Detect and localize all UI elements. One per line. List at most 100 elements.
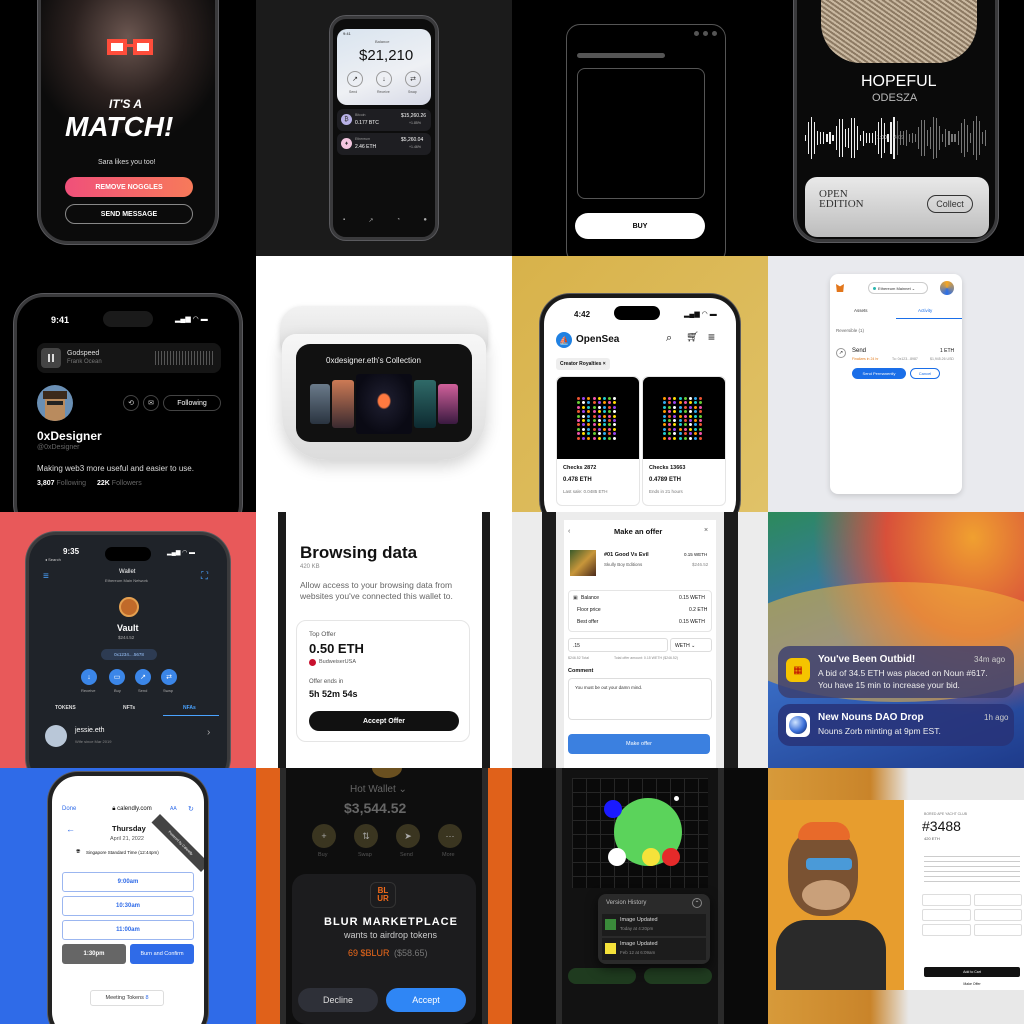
menu-icon[interactable]: ≡ <box>43 571 49 582</box>
accept-button[interactable]: Accept <box>386 988 466 1012</box>
nft-card-featured[interactable] <box>356 374 412 434</box>
budweiser-icon <box>309 659 316 666</box>
chevron-right-icon[interactable]: › <box>207 727 210 738</box>
pause-icon[interactable] <box>41 348 61 368</box>
check-dot <box>587 397 591 400</box>
tab-nfas[interactable]: NFAs <box>183 705 196 711</box>
time-slot[interactable]: 11:00am <box>62 920 194 940</box>
send-permanently-button[interactable]: Send Permanently <box>852 368 906 379</box>
asset-row[interactable]: ₿ Bitcoin 0.177 BTC $15,260.26 +1.85% <box>337 109 431 131</box>
back-search[interactable]: ◂ Search <box>45 557 61 562</box>
wallet-tab-icon[interactable]: ▪ <box>343 217 345 225</box>
countdown: 5h 52m 54s <box>309 689 358 699</box>
reload-icon[interactable]: ↻ <box>188 805 194 813</box>
nft-card[interactable] <box>414 380 436 428</box>
waveform-bar <box>942 134 944 143</box>
selected-time-slot[interactable]: 1:30pm <box>62 944 126 964</box>
swap-button[interactable]: ⇄ <box>161 669 177 685</box>
more-action[interactable]: ⋯ <box>438 824 462 848</box>
buy-button[interactable]: BUY <box>575 213 705 239</box>
buy-action[interactable]: + <box>312 824 336 848</box>
swap-action[interactable]: ⇅ <box>354 824 378 848</box>
currency-select[interactable]: WETH ⌄ <box>670 638 712 652</box>
scan-icon[interactable]: ⛶ <box>201 571 208 582</box>
account-avatar[interactable] <box>940 281 954 295</box>
asset-row[interactable]: ♦ Ethereum 2.46 ETH $5,260.04 +1.46% <box>337 133 431 155</box>
back-arrow-icon[interactable]: ← <box>66 824 75 834</box>
time-slot[interactable]: 9:00am <box>62 872 194 892</box>
network-selector[interactable]: Ethereum Mainnet ⌄ <box>868 282 928 294</box>
buy-button[interactable]: ▭ <box>109 669 125 685</box>
version-row[interactable]: Image Updated Today at 4:20pm <box>602 914 706 936</box>
tab-nfts[interactable]: NFTs <box>123 705 135 711</box>
remove-noggles-button[interactable]: REMOVE NOGGLES <box>65 177 193 197</box>
check-dot <box>689 436 692 440</box>
nft-card[interactable] <box>332 380 354 428</box>
send-tab-icon[interactable]: ↗ <box>368 217 373 225</box>
receive-button[interactable]: ↓ <box>81 669 97 685</box>
time-slot[interactable]: 10:30am <box>62 896 194 916</box>
metamask-fox-icon[interactable] <box>836 284 844 292</box>
trait-chip[interactable] <box>922 909 971 921</box>
tab-assets[interactable]: Assets <box>854 308 868 313</box>
offer-amount-input[interactable]: .15 <box>568 638 668 652</box>
trait-chip[interactable] <box>922 894 971 906</box>
following-button[interactable]: Following <box>163 395 221 411</box>
close-icon[interactable]: × <box>704 527 708 534</box>
send-button[interactable]: ↗ <box>135 669 151 685</box>
accept-offer-button[interactable]: Accept Offer <box>309 711 459 731</box>
phone-profile: 9:41 ▂▄▆ ◠ ▬ Godspeed Frank Ocean ⟲ ✉ Fo… <box>14 294 242 512</box>
tab-tokens[interactable]: TOKENS <box>55 705 76 711</box>
address-pill[interactable]: 0x1234....5678 <box>101 649 157 660</box>
nft-card[interactable]: Checks 13663 0.4789 ETH Ends in 21 hours <box>642 376 726 506</box>
now-playing-bar[interactable]: Godspeed Frank Ocean <box>37 343 221 373</box>
add-to-cart-button[interactable]: Add to Cart <box>924 967 1020 977</box>
opensea-logo-icon[interactable]: ⛵ <box>556 332 572 348</box>
make-offer-button[interactable]: Make Offer <box>924 979 1020 988</box>
make-offer-button[interactable]: Make offer <box>568 734 710 754</box>
waveform-bar <box>927 129 929 147</box>
timezone[interactable]: Singapore Standard Time (12:44pm) <box>86 850 159 855</box>
notification-drop[interactable]: New Nouns DAO Drop 1h ago Nouns Zorb min… <box>778 704 1014 746</box>
tab-activity[interactable]: Activity <box>918 308 932 313</box>
decline-button[interactable]: Decline <box>298 988 378 1012</box>
nft-card[interactable] <box>438 384 458 424</box>
wallet-name[interactable]: Hot Wallet ⌄ <box>350 784 407 795</box>
trait-chip[interactable] <box>973 894 1022 906</box>
url-bar[interactable]: 🔒︎ calendly.com <box>102 804 162 814</box>
menu-icon[interactable]: ≡ <box>708 330 715 344</box>
trait-chip[interactable] <box>922 924 971 936</box>
collapse-icon[interactable]: ⌃ <box>692 898 702 908</box>
tx-title[interactable]: Send <box>852 348 866 354</box>
receive-action-button[interactable]: ↓ <box>376 71 392 87</box>
done-button[interactable]: Done <box>62 806 76 812</box>
search-icon[interactable]: ⌕ <box>666 332 672 345</box>
cart-icon[interactable]: 🛒︎ <box>686 332 699 343</box>
nft-card[interactable]: Checks 2872 0.478 ETH Last sale: 0.0485 … <box>556 376 640 506</box>
burn-confirm-button[interactable]: Burn and Confirm <box>130 944 194 964</box>
nft-card[interactable] <box>310 384 330 424</box>
version-row[interactable]: Image Updated Feb 12 at 6:09am <box>602 938 706 960</box>
send-action[interactable]: ➤ <box>396 824 420 848</box>
history-tab-icon[interactable]: ◔ <box>397 217 401 225</box>
send-action-button[interactable]: ↗ <box>347 71 363 87</box>
swap-action-button[interactable]: ⇄ <box>405 71 421 87</box>
trait-chip[interactable] <box>973 909 1022 921</box>
brand-name[interactable]: OpenSea <box>576 334 619 345</box>
settings-tab-icon[interactable]: ● <box>423 217 427 225</box>
cancel-button[interactable]: Cancel <box>910 368 940 379</box>
filter-chip[interactable]: Creator Royalties × <box>556 358 610 370</box>
contact-name[interactable]: jessie.eth <box>75 727 105 734</box>
meeting-tokens-pill[interactable]: Meeting Tokens 8 <box>90 990 164 1006</box>
notification-outbid[interactable]: ▦ You've Been Outbid! 34m ago A bid of 3… <box>778 646 1014 698</box>
waveform-bar <box>981 131 984 145</box>
share-icon[interactable]: ⟲ <box>123 395 139 411</box>
text-size-button[interactable]: AA <box>170 806 177 812</box>
menu-dots-icon[interactable] <box>677 31 717 37</box>
trait-chip[interactable] <box>973 924 1022 936</box>
send-message-button[interactable]: SEND MESSAGE <box>65 204 193 224</box>
message-icon[interactable]: ✉ <box>143 395 159 411</box>
comment-textarea[interactable]: You must be out your damn mind. <box>568 678 712 720</box>
collect-button[interactable]: Collect <box>927 195 973 213</box>
back-arrow-icon[interactable]: ‹ <box>568 528 570 535</box>
